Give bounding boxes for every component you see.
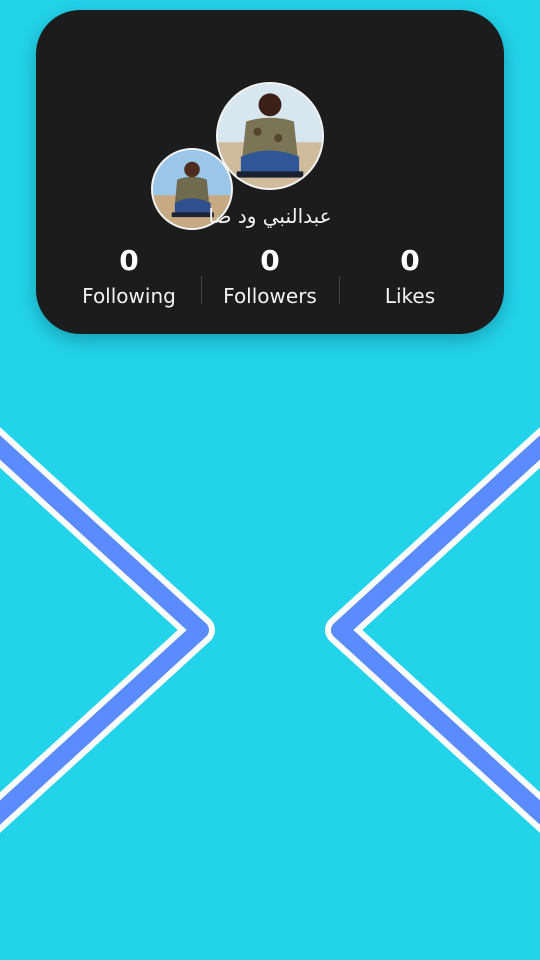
profile-avatar[interactable] bbox=[216, 82, 324, 190]
profile-card: عبدالنبي ود صا 0 Following 0 Followers 0… bbox=[36, 10, 504, 334]
likes-label: Likes bbox=[384, 284, 436, 308]
likes-count: 0 bbox=[400, 244, 420, 277]
chevron-left-icon[interactable] bbox=[270, 400, 540, 860]
followers-label: Followers bbox=[223, 284, 317, 308]
profile-stats: 0 Following 0 Followers 0 Likes bbox=[36, 246, 504, 316]
followers-count: 0 bbox=[260, 244, 280, 277]
following-label: Following bbox=[82, 284, 176, 308]
profile-username: عبدالنبي ود صا bbox=[208, 204, 332, 228]
stat-likes[interactable]: 0 Likes bbox=[340, 246, 480, 316]
avatar-photo bbox=[218, 84, 322, 188]
following-count: 0 bbox=[119, 244, 139, 277]
stat-followers[interactable]: 0 Followers bbox=[200, 246, 340, 316]
chevron-right-icon[interactable] bbox=[0, 400, 270, 860]
stat-following[interactable]: 0 Following bbox=[59, 246, 199, 316]
